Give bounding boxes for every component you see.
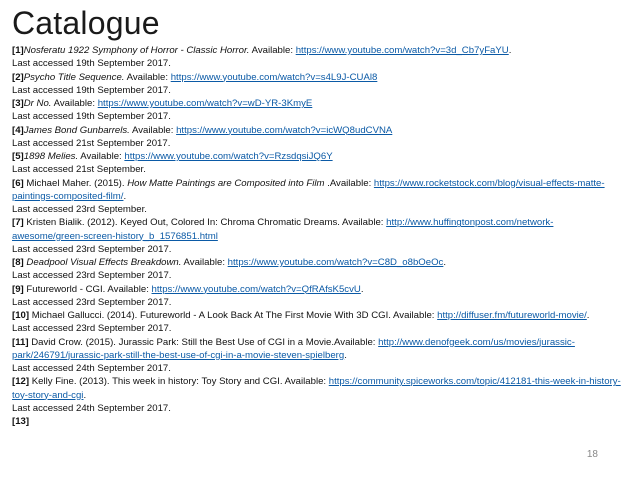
- reference-accessed-date: Last accessed 21st September 2017.: [12, 137, 171, 149]
- reference-link[interactable]: https://www.youtube.com/watch?v=3d_Cb7yF…: [296, 45, 509, 56]
- reference-accessed-date: Last accessed 19th September 2017.: [12, 58, 171, 70]
- reference-number: [2]: [12, 71, 24, 83]
- reference-punctuation: .: [360, 283, 364, 295]
- reference-entry: [13]: [12, 415, 622, 428]
- reference-accessed-date: Last accessed 24th September 2017.: [12, 363, 171, 374]
- reference-entry: [5]1898 Melies. Available: https://www.y…: [12, 150, 622, 163]
- reference-number: [10]: [12, 310, 30, 321]
- reference-link[interactable]: https://www.youtube.com/watch?v=RzsdqsiJ…: [124, 151, 332, 162]
- reference-number: [8]: [12, 257, 24, 268]
- reference-number: [4]: [12, 124, 24, 136]
- page-number: 18: [586, 449, 598, 460]
- reference-text: Available:: [124, 71, 171, 83]
- reference-text: Kelly Fine. (2013). This week in history…: [29, 376, 329, 388]
- reference-accessed-date: Last accessed 23rd September 2017.: [12, 270, 172, 282]
- reference-number: [3]: [12, 98, 24, 109]
- reference-title: James Bond Gunbarrels.: [23, 124, 130, 136]
- reference-title: 1898 Melies.: [23, 151, 79, 162]
- reference-punctuation: .: [508, 45, 512, 56]
- reference-entry: [4]James Bond Gunbarrels. Available: htt…: [12, 124, 622, 137]
- reference-punctuation: .: [83, 389, 87, 401]
- reference-text: David Crow. (2015). Jurassic Park: Still…: [28, 336, 379, 348]
- reference-accessed-date: Last accessed 19th September 2017.: [12, 111, 171, 123]
- reference-number: [13]: [12, 416, 30, 427]
- reference-entry: [12] Kelly Fine. (2013). This week in hi…: [12, 375, 622, 402]
- reference-punctuation: .: [344, 349, 347, 361]
- reference-list: [1]Nosferatu 1922 Symphony of Horror - C…: [12, 44, 622, 428]
- reference-link[interactable]: https://www.youtube.com/watch?v=icWQ8udC…: [176, 125, 392, 136]
- reference-number: [7]: [12, 217, 24, 229]
- reference-entry: [3]Dr No. Available: https://www.youtube…: [12, 97, 622, 110]
- reference-title: Dr No.: [23, 98, 52, 109]
- reference-text: Michael Gallucci. (2014). Futureworld - …: [29, 310, 438, 321]
- reference-entry: [1]Nosferatu 1922 Symphony of Horror - C…: [12, 44, 622, 57]
- reference-accessed-date: Last accessed 23rd September.: [12, 204, 147, 215]
- reference-punctuation: .: [123, 190, 127, 202]
- reference-text: Available:: [181, 257, 228, 268]
- reference-link[interactable]: https://www.youtube.com/watch?v=wD-YR-3K…: [98, 98, 313, 109]
- reference-text: Available:: [78, 151, 125, 162]
- reference-accessed-date: Last accessed 23rd September 2017.: [12, 243, 172, 255]
- reference-link[interactable]: https://www.youtube.com/watch?v=C8D_o8bO…: [228, 257, 444, 268]
- reference-accessed-date: Last accessed 23rd September 2017.: [12, 323, 172, 335]
- reference-link[interactable]: https://www.youtube.com/watch?v=s4L9J-CU…: [171, 72, 378, 83]
- reference-title: Psycho Title Sequence.: [23, 71, 125, 83]
- reference-text: Available:: [51, 98, 98, 109]
- slide: Catalogue [1]Nosferatu 1922 Symphony of …: [0, 0, 638, 478]
- reference-text: .Available:: [324, 177, 374, 189]
- reference-title: Deadpool Visual Effects Breakdown.: [26, 257, 182, 268]
- reference-number: [9]: [12, 283, 24, 295]
- reference-title: Nosferatu 1922 Symphony of Horror - Clas…: [23, 45, 250, 56]
- reference-entry: [11] David Crow. (2015). Jurassic Park: …: [12, 336, 622, 363]
- reference-title: How Matte Paintings are Composited into …: [127, 177, 325, 189]
- reference-accessed-date: Last accessed 24th September 2017.: [12, 402, 171, 414]
- reference-text: Available:: [129, 124, 177, 136]
- reference-link[interactable]: http://diffuser.fm/futureworld-movie/: [437, 310, 587, 321]
- reference-number: [12]: [12, 376, 30, 388]
- reference-number: [1]: [12, 45, 24, 56]
- reference-number: [5]: [12, 151, 24, 162]
- reference-number: [11]: [12, 336, 29, 348]
- page-title: Catalogue: [12, 5, 160, 41]
- reference-entry: [8] Deadpool Visual Effects Breakdown. A…: [12, 256, 622, 269]
- reference-entry: [2]Psycho Title Sequence. Available: htt…: [12, 71, 622, 84]
- reference-punctuation: .: [586, 310, 590, 321]
- reference-accessed-date: Last accessed 19th September 2017.: [12, 84, 171, 96]
- reference-text: Available:: [249, 45, 296, 56]
- reference-number: [6]: [12, 177, 24, 189]
- reference-entry: [9] Futureworld - CGI. Available: https:…: [12, 283, 622, 296]
- reference-text: Kristen Bialik. (2012). Keyed Out, Color…: [23, 217, 387, 229]
- reference-accessed-date: Last accessed 23rd September 2017.: [12, 296, 172, 308]
- reference-text: Michael Maher. (2015).: [23, 177, 128, 189]
- reference-entry: [6] Michael Maher. (2015). How Matte Pai…: [12, 177, 622, 204]
- reference-link[interactable]: https://www.youtube.com/watch?v=QfRAfsK5…: [152, 284, 361, 295]
- reference-text: Futureworld - CGI. Available:: [23, 283, 152, 295]
- reference-entry: [10] Michael Gallucci. (2014). Futurewor…: [12, 309, 622, 322]
- reference-entry: [7] Kristen Bialik. (2012). Keyed Out, C…: [12, 216, 622, 243]
- reference-punctuation: .: [443, 257, 447, 268]
- reference-accessed-date: Last accessed 21st September.: [12, 164, 146, 176]
